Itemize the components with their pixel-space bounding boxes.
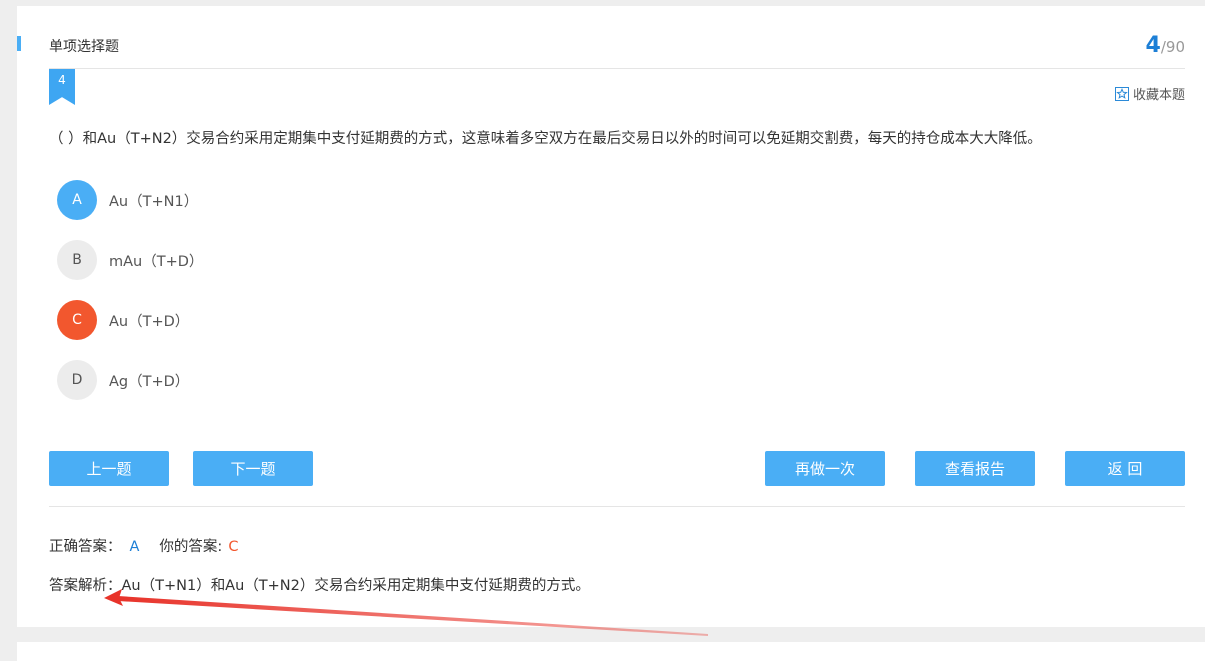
back-button[interactable]: 返 回 [1065, 451, 1185, 486]
option-c-letter: C [57, 300, 97, 340]
option-a-letter: A [57, 180, 97, 220]
option-b[interactable]: B mAu（T+D） [57, 240, 203, 280]
star-icon [1114, 86, 1129, 101]
your-answer-label: 你的答案: [159, 539, 223, 555]
divider-bottom [49, 506, 1185, 507]
option-d-text: Ag（T+D） [109, 373, 190, 390]
question-card: 单项选择题 4/90 4 收藏本题 （ ）和Au（T+N2）交易合约采用定期集中… [17, 6, 1205, 627]
your-answer-value: C [228, 539, 239, 555]
view-report-button[interactable]: 查看报告 [915, 451, 1035, 486]
question-text: （ ）和Au（T+N2）交易合约采用定期集中支付延期费的方式，这意味着多空双方在… [49, 131, 1042, 147]
correct-answer-label: 正确答案： [49, 539, 122, 555]
option-d[interactable]: D Ag（T+D） [57, 360, 203, 400]
next-card [17, 642, 1205, 661]
divider-top [49, 68, 1185, 69]
option-a-text: Au（T+N1） [109, 193, 199, 210]
option-c-text: Au（T+D） [109, 313, 190, 330]
option-a[interactable]: A Au（T+N1） [57, 180, 203, 220]
favorite-button[interactable]: 收藏本题 [1114, 84, 1185, 103]
next-question-button[interactable]: 下一题 [193, 451, 313, 486]
answer-result: 正确答案： A 你的答案: C [49, 535, 238, 556]
total-question-count: /90 [1160, 38, 1185, 56]
favorite-label: 收藏本题 [1132, 88, 1185, 103]
question-counter: 4/90 [1146, 33, 1185, 58]
option-c[interactable]: C Au（T+D） [57, 300, 203, 340]
options-list: A Au（T+N1） B mAu（T+D） C Au（T+D） D Ag（T+D… [57, 180, 203, 420]
analysis-text: Au（T+N1）和Au（T+N2）交易合约采用定期集中支付延期费的方式。 [121, 578, 590, 594]
redo-button[interactable]: 再做一次 [765, 451, 885, 486]
correct-answer-value: A [129, 539, 140, 555]
analysis-label: 答案解析： [49, 578, 122, 594]
current-question-number: 4 [1145, 33, 1161, 58]
option-b-letter: B [57, 240, 97, 280]
question-type-label: 单项选择题 [49, 39, 119, 55]
option-d-letter: D [57, 360, 97, 400]
prev-question-button[interactable]: 上一题 [49, 451, 169, 486]
title-accent-bar [17, 36, 21, 51]
answer-analysis: 答案解析：Au（T+N1）和Au（T+N2）交易合约采用定期集中支付延期费的方式… [49, 574, 590, 595]
question-number-badge: 4 [49, 69, 75, 105]
option-b-text: mAu（T+D） [109, 253, 204, 270]
